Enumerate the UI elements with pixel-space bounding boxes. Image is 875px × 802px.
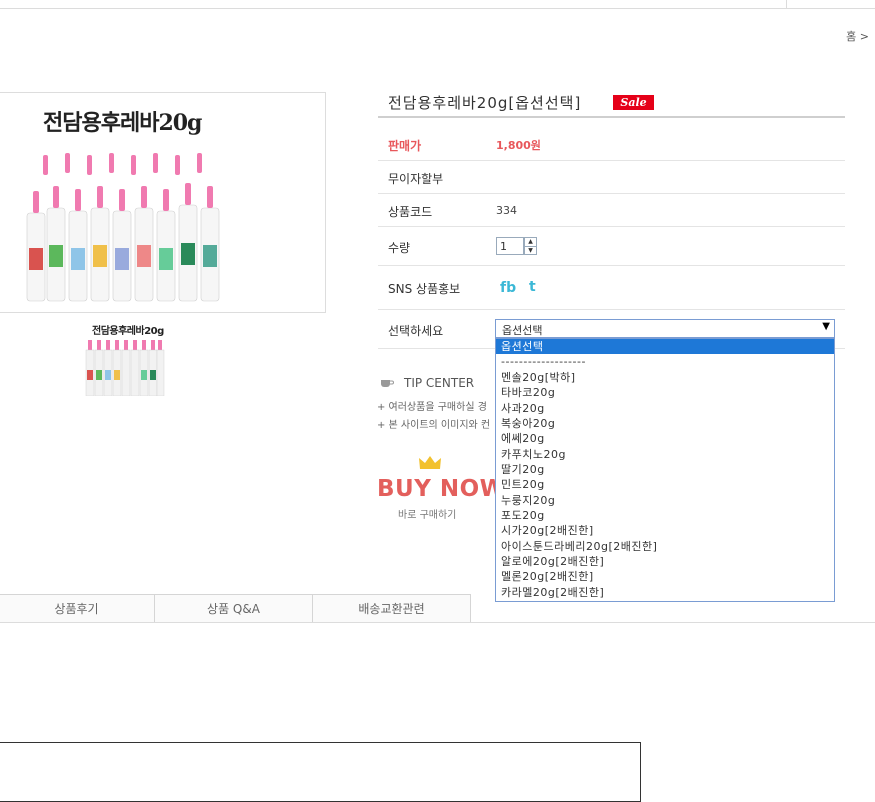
image-title: 전담용후레바20g: [43, 110, 202, 136]
dropdown-option[interactable]: 멘솔20g[박하]: [496, 370, 834, 385]
dropdown-option[interactable]: 옵션선택: [496, 339, 834, 354]
option-select[interactable]: 옵션선택 ▼: [495, 319, 835, 338]
tip-line-2: + 본 사이트의 이미지와 컨: [377, 420, 491, 431]
sns-row: SNS 상품홍보 fb t: [378, 266, 845, 310]
name-divider: [378, 116, 845, 118]
coffee-icon: [381, 380, 394, 387]
installment-row: 무이자할부: [378, 161, 845, 194]
code-value: 334: [496, 204, 517, 217]
code-row: 상품코드 334: [378, 194, 845, 227]
product-name: 전담용후레바20g[옵션선택]: [388, 94, 582, 112]
dropdown-option[interactable]: 아이스툰드라베리20g[2배진한]: [496, 539, 834, 554]
option-dropdown-list[interactable]: 옵션선택 ------------------- 멘솔20g[박하] 타바코20g 사과…: [495, 338, 835, 602]
dropdown-option[interactable]: 카라멜20g[2배진한]: [496, 585, 834, 600]
top-divider: [0, 8, 875, 9]
dropdown-arrow-icon[interactable]: ▼: [822, 321, 830, 332]
dropdown-option[interactable]: 딸기20g: [496, 462, 834, 477]
dropdown-option[interactable]: 복숭아20g: [496, 416, 834, 431]
dropdown-option[interactable]: -------------------: [496, 354, 834, 369]
option-label: 선택하세요: [388, 324, 444, 338]
tip-line-1: + 여러상품을 구매하실 경: [377, 402, 487, 413]
sns-label: SNS 상품홍보: [388, 282, 461, 296]
dropdown-option[interactable]: 멜론20g[2배진한]: [496, 569, 834, 584]
product-thumbnail[interactable]: [85, 336, 165, 396]
crown-icon: [419, 456, 441, 469]
price-value: 1,800원: [496, 139, 541, 152]
breadcrumb[interactable]: 홈 >: [846, 28, 869, 44]
tab-qna[interactable]: 상품 Q&A: [154, 594, 313, 623]
product-main-image: 전담용후레바20g: [0, 92, 326, 313]
quantity-row: 수량 1 ▲ ▼: [378, 227, 845, 266]
tab-shipping[interactable]: 배송교환관련: [312, 594, 471, 623]
content-box: [0, 742, 641, 802]
buy-now-button[interactable]: BUY NOW: [377, 476, 506, 502]
option-select-value: 옵션선택: [502, 324, 543, 337]
dropdown-option[interactable]: 타바코20g: [496, 385, 834, 400]
dropdown-option[interactable]: 알로에20g[2배진한]: [496, 554, 834, 569]
facebook-icon[interactable]: fb: [500, 280, 516, 296]
tab-reviews[interactable]: 상품후기: [0, 594, 155, 623]
top-separator: [786, 0, 787, 8]
price-row: 판매가 1,800원: [378, 128, 845, 161]
quantity-label: 수량: [388, 241, 411, 255]
down-arrow-icon[interactable]: ▼: [525, 246, 536, 255]
code-label: 상품코드: [388, 205, 433, 219]
dropdown-option[interactable]: 에쎄20g: [496, 431, 834, 446]
sale-badge: Sale: [613, 95, 654, 110]
dropdown-option[interactable]: 민트20g: [496, 477, 834, 492]
buy-now-sub[interactable]: 바로 구매하기: [398, 506, 456, 521]
price-label: 판매가: [388, 139, 422, 153]
dropdown-option[interactable]: 시가20g[2배진한]: [496, 523, 834, 538]
installment-label: 무이자할부: [388, 172, 444, 186]
quantity-input[interactable]: 1: [496, 237, 524, 255]
tabs-divider: [0, 622, 875, 623]
dropdown-option[interactable]: 카푸치노20g: [496, 447, 834, 462]
quantity-stepper[interactable]: ▲ ▼: [524, 237, 537, 255]
dropdown-option[interactable]: 누룽지20g: [496, 493, 834, 508]
dropdown-option[interactable]: 포도20g: [496, 508, 834, 523]
tip-center-title: TIP CENTER: [404, 376, 475, 390]
dropdown-option[interactable]: 사과20g: [496, 401, 834, 416]
thumbnail-title: 전담용후레바20g: [92, 326, 164, 337]
bottles-illustration: [26, 153, 220, 302]
twitter-icon[interactable]: t: [529, 279, 536, 295]
up-arrow-icon[interactable]: ▲: [525, 238, 536, 246]
